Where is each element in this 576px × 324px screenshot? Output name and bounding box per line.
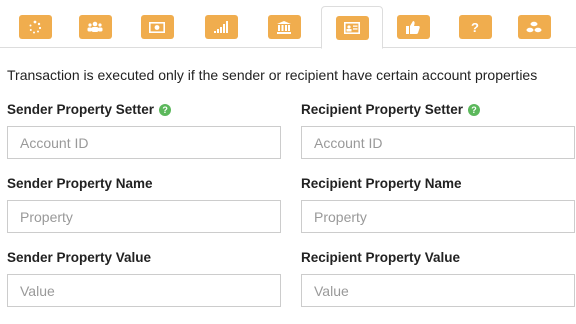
help-icon[interactable]: ? xyxy=(468,103,481,116)
tab-balance-button[interactable] xyxy=(140,15,174,39)
spinner-icon xyxy=(29,20,42,34)
tab-currency[interactable] xyxy=(253,6,315,48)
tab-asset-button[interactable] xyxy=(517,15,551,39)
users-icon xyxy=(87,21,103,32)
tab-question[interactable]: ? xyxy=(444,6,506,48)
tab-asset[interactable] xyxy=(503,6,565,48)
signal-icon xyxy=(214,21,228,33)
tab-none[interactable] xyxy=(4,6,66,48)
id-card-icon xyxy=(344,21,360,34)
sender-value-input[interactable] xyxy=(7,274,281,307)
tab-accounts[interactable] xyxy=(64,6,126,48)
recipient-value-input[interactable] xyxy=(301,274,575,307)
thumbs-up-icon xyxy=(406,20,420,34)
tab-balance[interactable] xyxy=(126,6,188,48)
tab-none-button[interactable] xyxy=(18,15,52,39)
tab-account-property-button[interactable] xyxy=(335,15,369,40)
recipient-value-label: Recipient Property Value xyxy=(301,250,461,265)
coins-icon xyxy=(526,21,542,32)
sender-setter-input[interactable] xyxy=(7,126,281,159)
recipient-name-input[interactable] xyxy=(301,200,575,233)
recipient-setter-input[interactable] xyxy=(301,126,575,159)
sender-setter-label: Sender Property Setter xyxy=(7,102,155,117)
tab-accounts-button[interactable] xyxy=(78,15,112,39)
bank-icon xyxy=(277,20,291,34)
tab-currency-button[interactable] xyxy=(267,15,301,39)
sender-value-label: Sender Property Value xyxy=(7,250,152,265)
money-icon xyxy=(149,21,165,33)
sender-setter-label-row: Sender Property Setter ? xyxy=(7,102,172,117)
sender-name-input[interactable] xyxy=(7,200,281,233)
tab-quantity-button[interactable] xyxy=(204,15,238,39)
tab-question-button[interactable]: ? xyxy=(458,15,492,39)
recipient-setter-label: Recipient Property Setter xyxy=(301,102,464,117)
question-icon: ? xyxy=(471,19,479,35)
description-text: Transaction is executed only if the send… xyxy=(7,67,538,83)
sender-name-label: Sender Property Name xyxy=(7,176,153,191)
tab-quantity[interactable] xyxy=(190,6,252,48)
tab-vote-button[interactable] xyxy=(396,15,430,39)
recipient-setter-label-row: Recipient Property Setter ? xyxy=(301,102,481,117)
recipient-name-label: Recipient Property Name xyxy=(301,176,462,191)
phasing-tab-bar: ? xyxy=(0,0,576,49)
tab-vote[interactable] xyxy=(382,6,444,48)
help-icon[interactable]: ? xyxy=(159,103,172,116)
tab-account-property[interactable] xyxy=(321,6,383,49)
